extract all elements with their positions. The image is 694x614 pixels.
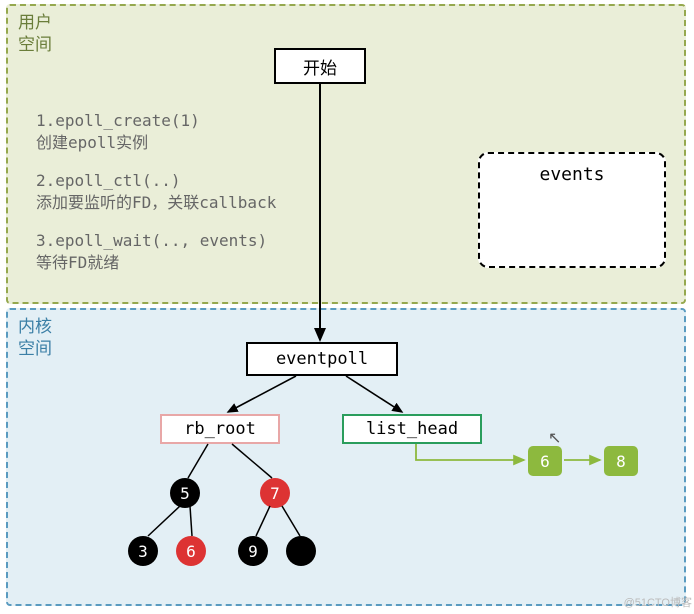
events-box: events — [478, 152, 666, 268]
api-step-3-desc: 等待FD就绪 — [36, 252, 267, 274]
user-space-label: 用户 空间 — [18, 12, 52, 56]
watermark: @51CTO博客 — [624, 594, 692, 610]
rb-node-6: 6 — [176, 536, 206, 566]
list-node-6: 6 — [528, 446, 562, 476]
api-step-3-code: 3.epoll_wait(.., events) — [36, 230, 267, 252]
rb-node-3: 3 — [128, 536, 158, 566]
list-head-box: list_head — [342, 414, 482, 444]
start-box: 开始 — [274, 48, 366, 84]
list-node-8: 8 — [604, 446, 638, 476]
api-step-1-code: 1.epoll_create(1) — [36, 110, 200, 132]
rb-root-box: rb_root — [160, 414, 280, 444]
rb-node-5: 5 — [170, 478, 200, 508]
api-step-2-desc: 添加要监听的FD，关联callback — [36, 192, 276, 214]
rb-node-8: 7 — [260, 478, 290, 508]
api-step-2: 2.epoll_ctl(..) 添加要监听的FD，关联callback — [36, 170, 276, 213]
api-step-1-desc: 创建epoll实例 — [36, 132, 200, 154]
api-step-2-code: 2.epoll_ctl(..) — [36, 170, 276, 192]
rb-node-7: 9 — [238, 536, 268, 566]
api-step-3: 3.epoll_wait(.., events) 等待FD就绪 — [36, 230, 267, 273]
cursor-icon: ↖ — [548, 428, 561, 448]
api-step-1: 1.epoll_create(1) 创建epoll实例 — [36, 110, 200, 153]
eventpoll-box: eventpoll — [246, 342, 398, 376]
rb-node-9 — [286, 536, 316, 566]
kernel-space-label: 内核 空间 — [18, 316, 52, 360]
events-box-label: events — [539, 164, 604, 266]
